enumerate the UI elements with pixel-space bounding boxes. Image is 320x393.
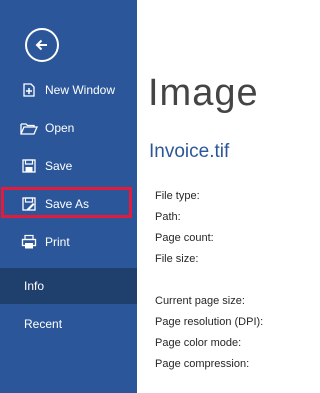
property-label: Current page size: xyxy=(155,295,245,307)
back-arrow-icon xyxy=(35,39,47,51)
save-icon xyxy=(20,157,38,175)
property-label: Page compression: xyxy=(155,358,250,370)
menu-item-save[interactable]: Save xyxy=(0,148,137,184)
menu-item-label: New Window xyxy=(45,83,116,97)
property-label: Page color mode: xyxy=(155,337,242,349)
backstage-sidebar: New Window Open Save Save As Print Info … xyxy=(0,0,137,393)
file-name: Invoice.tif xyxy=(149,141,230,162)
print-icon xyxy=(20,233,38,251)
property-label: Page count: xyxy=(155,232,214,244)
property-label: Page resolution (DPI): xyxy=(155,316,263,328)
info-panel: Image Invoice.tif File type: Path: Page … xyxy=(137,0,263,393)
property-label: Path: xyxy=(155,211,181,223)
menu-item-label: Print xyxy=(45,235,70,249)
page-title: Image xyxy=(148,72,259,114)
menu-item-info[interactable]: Info xyxy=(0,268,137,304)
save-as-highlight xyxy=(1,187,132,218)
menu-item-open[interactable]: Open xyxy=(0,110,137,146)
property-label: File size: xyxy=(155,253,199,265)
menu-item-recent[interactable]: Recent xyxy=(0,306,137,342)
menu-item-label: Info xyxy=(24,279,45,293)
menu-item-label: Recent xyxy=(24,317,63,331)
menu-item-new-window[interactable]: New Window xyxy=(0,72,137,108)
menu-item-label: Save xyxy=(45,159,73,173)
menu-item-print[interactable]: Print xyxy=(0,224,137,260)
menu-item-label: Open xyxy=(45,121,75,135)
open-folder-icon xyxy=(20,119,38,137)
back-button[interactable] xyxy=(25,28,59,62)
new-window-icon xyxy=(20,81,38,99)
property-label: File type: xyxy=(155,190,200,202)
